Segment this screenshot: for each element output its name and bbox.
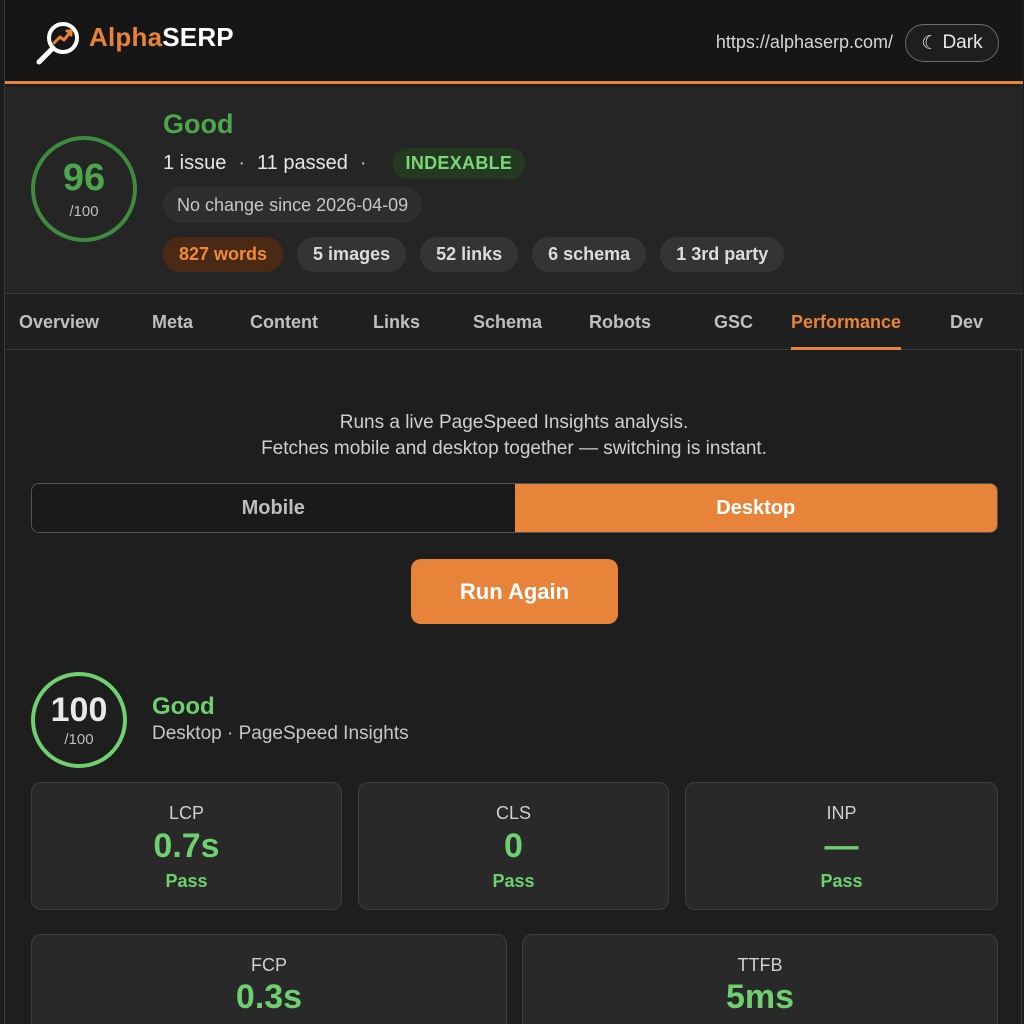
metric-value: 5ms: [725, 978, 795, 1016]
performance-intro: Runs a live PageSpeed Insights analysis.…: [5, 410, 1023, 462]
metric-status: Pass: [165, 871, 208, 891]
metric-name: FCP: [251, 955, 287, 975]
seo-score-value: 96: [62, 156, 106, 199]
metric-value: 0.3s: [235, 978, 303, 1016]
metric-card-inp: INP — Pass: [685, 782, 998, 910]
theme-toggle-label: Dark: [942, 32, 983, 53]
metric-card-cls: CLS 0 Pass: [358, 782, 669, 910]
metric-name: TTFB: [737, 955, 783, 975]
third-party-chip[interactable]: 1 3rd party: [660, 237, 785, 272]
pagespeed-score-label: Good: [152, 693, 215, 720]
issue-count: 1 issue: [163, 151, 227, 174]
metric-card-lcp: LCP 0.7s Pass: [31, 782, 342, 910]
tab-performance[interactable]: Performance: [791, 295, 902, 350]
metric-card-fcp: FCP 0.3s: [31, 934, 507, 1024]
tab-dev[interactable]: Dev: [950, 295, 983, 350]
pagespeed-source: Desktop · PageSpeed Insights: [152, 723, 409, 744]
metric-name: CLS: [495, 803, 531, 823]
seo-score-ring: 96 /100: [31, 136, 137, 242]
separator-dot: ·: [359, 151, 367, 174]
metric-status: Pass: [492, 871, 535, 891]
metric-value: 0.7s: [153, 827, 220, 865]
run-again-button[interactable]: Run Again: [411, 559, 618, 624]
tab-gsc[interactable]: GSC: [714, 295, 753, 350]
extension-panel: AlphaSERP https://alphaserp.com/ ☾ Dark …: [4, 0, 1023, 1024]
pagespeed-score-max: /100: [64, 730, 94, 748]
word-count-chip[interactable]: 827 words: [163, 237, 284, 272]
intro-line-2: Fetches mobile and desktop together — sw…: [261, 438, 767, 459]
metric-card-ttfb: TTFB 5ms: [522, 934, 998, 1024]
image-count-chip[interactable]: 5 images: [297, 237, 407, 272]
change-status-pill: No change since 2026-04-09: [163, 187, 423, 223]
schema-count-chip[interactable]: 6 schema: [532, 237, 647, 272]
passed-count: 11 passed: [257, 151, 348, 174]
separator-dot: ·: [238, 151, 246, 174]
seo-status-title: Good: [163, 109, 234, 139]
mobile-mode-button[interactable]: Mobile: [32, 484, 515, 532]
metric-name: INP: [826, 803, 857, 823]
link-count-chip[interactable]: 52 links: [420, 237, 519, 272]
tab-links[interactable]: Links: [373, 295, 420, 350]
intro-line-1: Runs a live PageSpeed Insights analysis.: [339, 412, 689, 433]
theme-toggle-button[interactable]: ☾ Dark: [905, 24, 999, 62]
brand-name: AlphaSERP: [89, 22, 234, 53]
tab-bar: Overview Meta Content Links Schema Robot…: [5, 295, 1023, 350]
seo-score-max: /100: [69, 202, 99, 220]
tab-overview[interactable]: Overview: [19, 295, 99, 350]
magnifier-chart-icon: [36, 22, 79, 65]
tab-schema[interactable]: Schema: [473, 295, 542, 350]
tab-content[interactable]: Content: [250, 295, 318, 350]
metric-name: LCP: [168, 803, 204, 823]
metric-status: Pass: [820, 871, 863, 891]
page-summary: 96 /100 Good 1 issue · 11 passed · INDEX…: [5, 87, 1023, 294]
moon-icon: ☾: [921, 32, 939, 54]
metric-value: 0: [504, 827, 523, 865]
brand-part-serp: SERP: [162, 22, 234, 52]
pagespeed-score-ring: 100 /100: [31, 672, 127, 768]
page-url: https://alphaserp.com/: [715, 32, 893, 52]
tab-meta[interactable]: Meta: [152, 295, 193, 350]
tab-robots[interactable]: Robots: [589, 295, 651, 350]
stat-chips: 827 words 5 images 52 links 6 schema 1 3…: [163, 237, 785, 272]
header: AlphaSERP https://alphaserp.com/ ☾ Dark: [5, 0, 1023, 84]
device-toggle: Mobile Desktop: [31, 483, 998, 533]
issue-summary: 1 issue · 11 passed · INDEXABLE: [163, 147, 526, 179]
desktop-mode-button[interactable]: Desktop: [514, 484, 997, 532]
pagespeed-score-value: 100: [50, 690, 108, 729]
metric-value: —: [824, 827, 859, 865]
indexable-badge: INDEXABLE: [392, 147, 526, 179]
brand-part-alpha: Alpha: [89, 22, 163, 52]
